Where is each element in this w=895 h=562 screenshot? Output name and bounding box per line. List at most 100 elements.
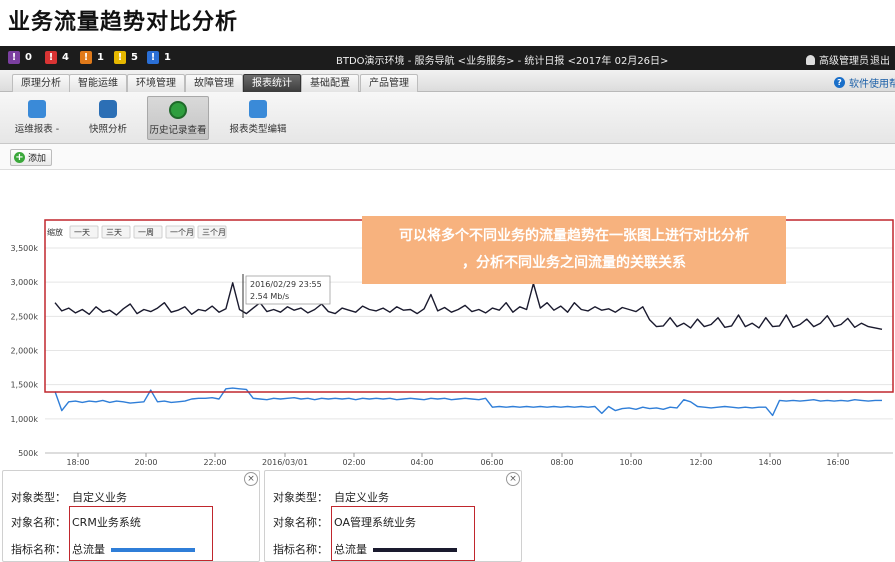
highlight-box	[69, 506, 213, 561]
x-tick-label: 12:00	[689, 458, 712, 467]
user-icon	[806, 54, 815, 65]
x-tick-label: 10:00	[619, 458, 642, 467]
y-tick-label: 1,500k	[10, 381, 38, 390]
range-button[interactable]: 三个月	[197, 225, 227, 239]
y-tick-label: 500k	[18, 449, 38, 458]
range-button[interactable]: 三天	[101, 225, 131, 239]
ribbon-button[interactable]: 快照分析	[80, 96, 136, 140]
series-legend-card[interactable]: × 对象类型： 自定义业务 对象名称： CRM业务系统 指标名称： 总流量	[2, 470, 260, 562]
tab-item[interactable]: 报表统计	[243, 74, 301, 92]
alarm-count: 4	[62, 52, 69, 63]
tab-item[interactable]: 基础配置	[301, 74, 359, 92]
y-tick-label: 2,500k	[10, 312, 38, 321]
legend-row: 对象类型： 自定义业务	[273, 489, 389, 505]
add-button[interactable]: + 添加	[10, 149, 53, 166]
x-tick-label: 04:00	[410, 458, 433, 467]
tab-item[interactable]: 产品管理	[360, 74, 418, 92]
legend-key: 对象名称：	[11, 516, 66, 529]
alarm-icon: !	[45, 51, 57, 64]
legend-key: 指标名称：	[273, 543, 328, 556]
x-tick-label: 22:00	[203, 458, 226, 467]
ribbon-toolbar: 运维报表 - 快照分析 历史记录查看 报表类型编辑	[0, 92, 895, 144]
help-label: 软件使用帮助	[849, 79, 895, 90]
current-user[interactable]: 高级管理员	[806, 52, 869, 67]
legend-value: 自定义业务	[72, 491, 127, 504]
x-tick-label: 2016/03/01	[262, 458, 308, 467]
ribbon-button[interactable]: 历史记录查看	[147, 96, 209, 140]
ribbon-button[interactable]: 运维报表 -	[8, 96, 66, 140]
help-icon: ?	[834, 77, 845, 88]
svg-text:一个月: 一个月	[170, 228, 194, 237]
x-tick-label: 16:00	[826, 458, 849, 467]
add-icon: +	[14, 152, 25, 163]
x-tick-label: 06:00	[480, 458, 503, 467]
close-icon[interactable]: ×	[244, 472, 258, 486]
alarm-count: 1	[97, 52, 104, 63]
traffic-chart-svg: 缩放 一天 三天 一周 一个月 三个月 3,500k 3,000k 2,500k 2,000k 1…	[10, 219, 894, 516]
zoom-label: 缩放	[47, 227, 63, 237]
alarm-count: 1	[164, 52, 171, 63]
y-tick-label: 3,000k	[10, 278, 38, 287]
annotation-callout: 可以将多个不同业务的流量趋势在一张图上进行对比分析 ，分析不同业务之间流量的关联…	[362, 216, 786, 284]
tab-item[interactable]: 智能运维	[69, 74, 127, 92]
y-tick-label: 2,000k	[10, 347, 38, 356]
ribbon-button-label: 快照分析	[88, 124, 127, 135]
alarm-counter[interactable]: ! 1	[80, 51, 104, 64]
svg-text:三个月: 三个月	[202, 228, 226, 237]
alarm-counter[interactable]: ! 0	[8, 51, 32, 64]
main-tabs: 原理分析智能运维环境管理故障管理报表统计基础配置产品管理 ? 软件使用帮助	[0, 70, 895, 92]
data-tooltip: 2016/02/29 23:55 2.54 Mb/s	[242, 274, 331, 318]
x-tick-label: 20:00	[134, 458, 157, 467]
alarm-counter[interactable]: ! 1	[147, 51, 171, 64]
alarm-icon: !	[114, 51, 126, 64]
callout-line-1: 可以将多个不同业务的流量趋势在一张图上进行对比分析	[399, 228, 749, 244]
x-tick-label: 14:00	[758, 458, 781, 467]
range-button[interactable]: 一个月	[165, 225, 195, 239]
tab-item[interactable]: 环境管理	[127, 74, 185, 92]
ribbon-button-label: 运维报表 -	[14, 124, 60, 135]
add-button-label: 添加	[28, 154, 47, 164]
legend-row: 对象类型： 自定义业务	[11, 489, 127, 505]
x-tick-label: 18:00	[66, 458, 89, 467]
legend-key: 对象类型：	[11, 491, 66, 504]
range-button[interactable]: 一周	[133, 225, 163, 239]
alarm-counter[interactable]: ! 5	[114, 51, 138, 64]
close-icon[interactable]: ×	[506, 472, 520, 486]
callout-line-2: ，分析不同业务之间流量的关联关系	[462, 255, 686, 271]
alarm-icon: !	[8, 51, 20, 64]
alarm-icon: !	[80, 51, 92, 64]
user-name: 高级管理员	[819, 56, 869, 67]
alarm-counter[interactable]: ! 4	[45, 51, 69, 64]
tooltip-time: 2016/02/29 23:55	[250, 280, 322, 289]
svg-text:三天: 三天	[106, 228, 122, 237]
alarm-icon: !	[147, 51, 159, 64]
ribbon-button[interactable]: 报表类型编辑	[228, 96, 288, 140]
legend-value: 自定义业务	[334, 491, 389, 504]
logout-button[interactable]: 退出	[870, 52, 890, 67]
alarm-count: 0	[25, 52, 32, 63]
report-icon	[28, 100, 46, 118]
chart-toolbar: + 添加	[0, 144, 895, 170]
help-link[interactable]: ? 软件使用帮助	[834, 75, 895, 90]
ribbon-button-label: 历史记录查看	[149, 125, 207, 136]
legend-key: 指标名称：	[11, 543, 66, 556]
legend-key: 对象名称：	[273, 516, 328, 529]
tooltip-value: 2.54 Mb/s	[250, 292, 289, 301]
tab-item[interactable]: 故障管理	[185, 74, 243, 92]
top-status-bar: ! 0! 4! 1! 5! 1 BTDO演示环境 - 服务导航 <业务服务> - 统计日报…	[0, 46, 895, 70]
series-line	[54, 282, 883, 330]
clock-icon	[169, 101, 187, 119]
svg-text:一天: 一天	[74, 228, 90, 237]
camera-icon	[99, 100, 117, 118]
range-button[interactable]: 一天	[69, 225, 99, 239]
legend-key: 对象类型：	[273, 491, 328, 504]
series-legend-card[interactable]: × 对象类型： 自定义业务 对象名称： OA管理系统业务 指标名称： 总流量	[264, 470, 522, 562]
edit-report-icon	[249, 100, 267, 118]
tab-item[interactable]: 原理分析	[12, 74, 70, 92]
highlight-box	[331, 506, 475, 561]
y-tick-label: 3,500k	[10, 244, 38, 253]
page-title: 业务流量趋势对比分析	[8, 10, 239, 35]
x-tick-label: 02:00	[342, 458, 365, 467]
svg-text:一周: 一周	[138, 228, 154, 237]
x-tick-label: 08:00	[550, 458, 573, 467]
